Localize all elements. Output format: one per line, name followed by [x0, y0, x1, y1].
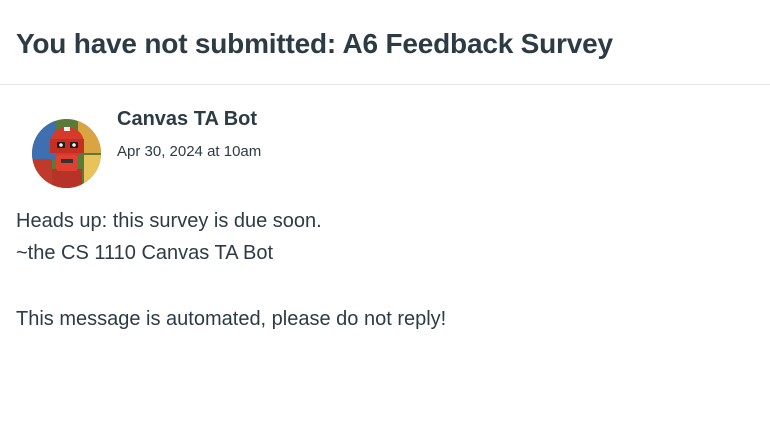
message-body: Heads up: this survey is due soon. ~the …	[16, 205, 756, 335]
message-timestamp: Apr 30, 2024 at 10am	[117, 143, 262, 160]
message-line: Heads up: this survey is due soon.	[16, 210, 322, 232]
message: Canvas TA Bot Apr 30, 2024 at 10am Heads…	[0, 85, 770, 330]
author-name[interactable]: Canvas TA Bot	[117, 107, 257, 131]
robot-avatar-icon[interactable]	[32, 119, 101, 188]
page-title: You have not submitted: A6 Feedback Surv…	[16, 28, 613, 59]
message-line: ~the CS 1110 Canvas TA Bot	[16, 242, 274, 264]
message-author-row: Canvas TA Bot Apr 30, 2024 at 10am	[16, 85, 754, 203]
conversation-page: You have not submitted: A6 Feedback Surv…	[0, 0, 770, 433]
message-line: This message is automated, please do not…	[16, 308, 447, 330]
conversation-header: You have not submitted: A6 Feedback Surv…	[0, 0, 770, 85]
